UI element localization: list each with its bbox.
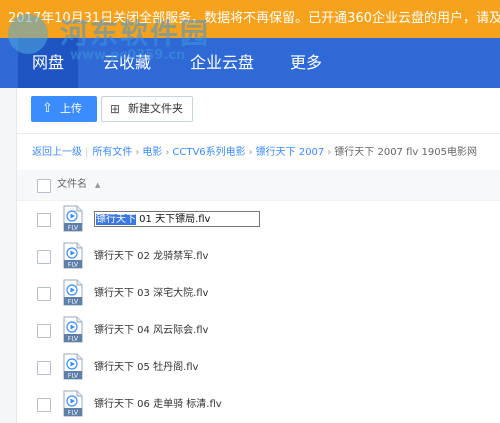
- flv-file-icon: FLV: [63, 316, 83, 343]
- breadcrumb-divider: |: [85, 147, 89, 158]
- file-row[interactable]: FLV 镖行天下 02 龙骑禁军.flv: [17, 238, 500, 275]
- breadcrumb-item[interactable]: CCTV6系列电影: [172, 147, 245, 158]
- file-type-label: FLV: [68, 410, 79, 417]
- breadcrumb-current: 镖行天下 2007 flv 1905电影网: [334, 147, 477, 158]
- rename-input[interactable]: 镖行天下 01 天下镖局.flv: [94, 211, 260, 227]
- rename-selected-text: 镖行天下: [96, 214, 136, 225]
- flv-file-icon: FLV: [63, 353, 83, 380]
- breadcrumb-back[interactable]: 返回上一级: [32, 147, 82, 158]
- nav-tab-netdisk[interactable]: 网盘: [18, 38, 79, 88]
- row-checkbox[interactable]: [37, 287, 51, 301]
- nav-tab-favorites[interactable]: 云收藏: [103, 38, 151, 88]
- file-row[interactable]: FLV 镖行天下 06 走单骑 标清.flv: [17, 386, 500, 423]
- file-type-label: FLV: [68, 336, 79, 343]
- file-name[interactable]: 镖行天下 02 龙骑禁军.flv: [94, 238, 208, 275]
- flv-file-icon: FLV: [63, 242, 83, 269]
- row-checkbox[interactable]: [37, 361, 51, 375]
- top-nav: 网盘 云收藏 企业云盘 更多: [0, 38, 500, 88]
- row-checkbox[interactable]: [37, 398, 51, 412]
- file-name[interactable]: 镖行天下 05 牡丹阁.flv: [94, 349, 198, 386]
- column-header-filename[interactable]: 文件名: [57, 170, 87, 200]
- file-row[interactable]: FLV 镖行天下 04 风云际会.flv: [17, 312, 500, 349]
- breadcrumb-item[interactable]: 镖行天下 2007: [256, 147, 325, 158]
- file-name[interactable]: 镖行天下 03 深宅大院.flv: [94, 275, 208, 312]
- file-type-label: FLV: [68, 373, 79, 380]
- breadcrumb: 返回上一级 | 所有文件 › 电影 › CCTV6系列电影 › 镖行天下 2007 › 镖行天下 2…: [32, 143, 480, 159]
- row-checkbox[interactable]: [37, 324, 51, 338]
- file-name[interactable]: 镖行天下 04 风云际会.flv: [94, 312, 208, 349]
- upload-button[interactable]: ⇧ 上传: [31, 96, 97, 122]
- breadcrumb-item[interactable]: 电影: [142, 147, 162, 158]
- notice-text: 2017年10月31日关闭全部服务，数据将不再保留。已开通360企业云盘的用户，…: [8, 11, 500, 26]
- breadcrumb-separator-icon: ›: [135, 147, 140, 158]
- breadcrumb-separator-icon: ›: [165, 147, 170, 158]
- rename-rest-text: 01 天下镖局.flv: [136, 214, 211, 225]
- file-type-label: FLV: [68, 262, 79, 269]
- new-folder-icon: ⊞: [110, 102, 121, 116]
- flv-file-icon: FLV: [63, 205, 83, 232]
- row-checkbox[interactable]: [37, 213, 51, 227]
- file-name[interactable]: 镖行天下 06 走单骑 标清.flv: [94, 386, 222, 423]
- upload-icon: ⇧: [42, 101, 53, 116]
- sort-ascending-icon[interactable]: ▲: [95, 170, 100, 200]
- upload-label: 上传: [60, 102, 82, 115]
- select-all-checkbox[interactable]: [37, 179, 51, 193]
- file-row[interactable]: FLV 镖行天下 01 天下镖局.flv: [17, 201, 500, 238]
- toolbar-divider: [17, 133, 500, 134]
- breadcrumb-item[interactable]: 所有文件: [92, 147, 132, 158]
- sidebar: [0, 88, 17, 423]
- file-type-label: FLV: [68, 299, 79, 306]
- breadcrumb-separator-icon: ›: [248, 147, 253, 158]
- row-checkbox[interactable]: [37, 250, 51, 264]
- new-folder-label: 新建文件夹: [128, 102, 183, 115]
- breadcrumb-separator-icon: ›: [327, 147, 332, 158]
- file-list-header: 文件名 ▲: [17, 170, 500, 201]
- notice-banner: 2017年10月31日关闭全部服务，数据将不再保留。已开通360企业云盘的用户，…: [0, 0, 500, 38]
- nav-tab-enterprise[interactable]: 企业云盘: [190, 38, 254, 88]
- file-row[interactable]: FLV 镖行天下 03 深宅大院.flv: [17, 275, 500, 312]
- file-panel: ⇧ 上传 ⊞ 新建文件夹 返回上一级 | 所有文件 › 电影 › CCTV6系列电影 › 镖行天…: [17, 88, 500, 423]
- flv-file-icon: FLV: [63, 279, 83, 306]
- file-type-label: FLV: [68, 225, 79, 232]
- flv-file-icon: FLV: [63, 390, 83, 417]
- file-row[interactable]: FLV 镖行天下 05 牡丹阁.flv: [17, 349, 500, 386]
- new-folder-button[interactable]: ⊞ 新建文件夹: [101, 96, 193, 122]
- nav-tab-more[interactable]: 更多: [290, 38, 322, 88]
